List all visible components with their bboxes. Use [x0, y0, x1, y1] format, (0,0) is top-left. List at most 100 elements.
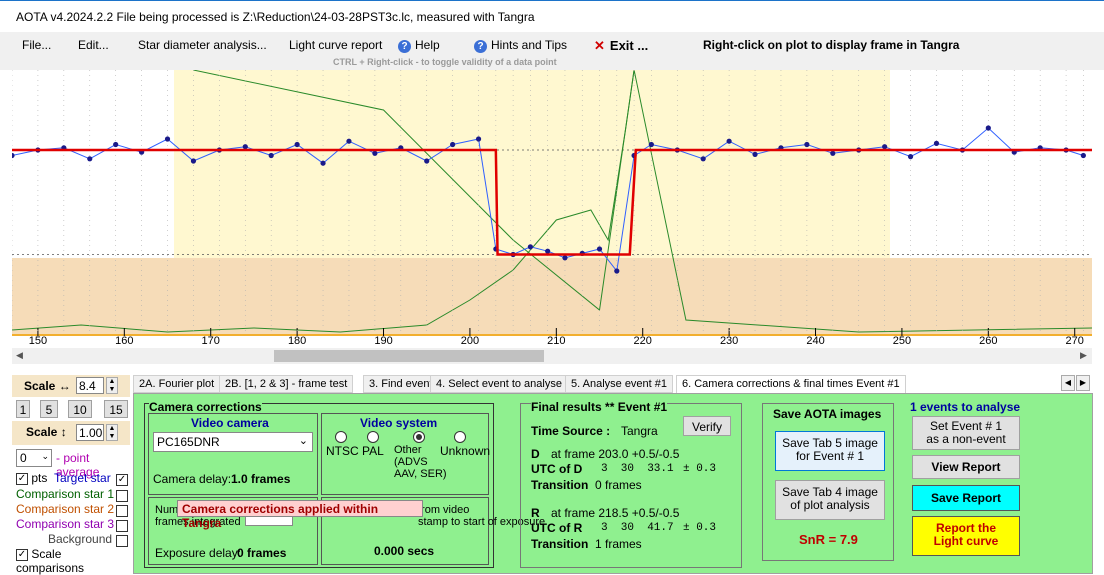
tab-scroll-left-icon[interactable]: ◀ [1061, 375, 1075, 391]
tab-select-event[interactable]: 4. Select event to analyse [430, 375, 568, 393]
menu-help[interactable]: ? Help [398, 38, 440, 53]
check-icon: ✓ [16, 548, 28, 561]
data-point [804, 141, 810, 148]
events-count: 1 events to analyse [910, 400, 1021, 414]
data-point [907, 154, 914, 160]
background-checkbox[interactable] [116, 533, 128, 547]
scale-h-input[interactable]: 8.4 [76, 377, 104, 394]
tab-strip: 2A. Fourier plot 2B. [1, 2 & 3] - frame … [133, 375, 1093, 395]
scale-h-spinner[interactable]: ▲ ▼ [106, 377, 118, 394]
x-tick-label: 160 [115, 335, 133, 347]
tab-frame-test[interactable]: 2B. [1, 2 & 3] - frame test [219, 375, 354, 393]
scale-10-button[interactable]: 10 [68, 400, 92, 418]
menu-star-diameter[interactable]: Star diameter analysis... [138, 38, 267, 52]
help-icon: ? [398, 40, 411, 53]
plot-horizontal-scrollbar[interactable]: ◀ ▶ [12, 348, 1092, 364]
comp3-label: Comparison star 3 [16, 517, 115, 531]
video-system-group: Video system NTSC PAL Other (ADVS AAV, S… [321, 413, 490, 495]
x-tick-label: 210 [547, 335, 565, 347]
view-report-button[interactable]: View Report [912, 455, 1020, 479]
close-icon: ✕ [594, 38, 605, 53]
camera-select-value: PC165DNR [157, 435, 220, 449]
scale-5-button[interactable]: 5 [40, 400, 58, 418]
comp3-checkbox[interactable] [116, 518, 128, 532]
data-point [614, 268, 620, 274]
x-tick-label: 230 [720, 335, 738, 347]
offset-secs-value: 0.000 secs [374, 544, 435, 558]
data-point [830, 150, 836, 156]
pts-checkbox[interactable]: ✓ pts [16, 471, 47, 485]
save-tab4-button[interactable]: Save Tab 4 image of plot analysis [775, 480, 885, 520]
light-curve-chart[interactable]: 150 160 170 180 190 200 210 220 230 240 250 260 270 [9, 69, 1093, 348]
tab-scroll-right-icon[interactable]: ▶ [1076, 375, 1090, 391]
scale-v-input[interactable]: 1.00 [76, 424, 104, 441]
scale-1-button[interactable]: 1 [16, 400, 30, 418]
target-star-label: Target star [54, 471, 111, 485]
data-point [882, 144, 888, 150]
data-point [424, 158, 430, 164]
window-title: AOTA v4.2024.2.2 File being processed is… [16, 10, 535, 24]
comp2-checkbox[interactable] [116, 503, 128, 517]
x-tick-label: 270 [1066, 335, 1084, 347]
left-controls: Scale ↔ 8.4 ▲ ▼ 1 5 10 15 Scale ↕ 1.00 ▲ ▼… [12, 375, 130, 575]
save-report-button[interactable]: Save Report [912, 485, 1020, 511]
other-radio[interactable] [413, 431, 425, 443]
data-point [700, 156, 706, 162]
data-point [726, 138, 732, 144]
final-results-title: Final results ** Event #1 [531, 400, 668, 414]
ctrl-hint: CTRL + Right-click - to toggle validity … [333, 57, 557, 67]
comp1-checkbox[interactable] [116, 488, 128, 502]
utc-r-error: ± 0.3 [683, 522, 717, 534]
utc-d-value: 3 30 33.1 [601, 463, 674, 475]
vertical-scale-row: Scale ↕ 1.00 ▲ ▼ [12, 421, 130, 445]
set-non-event-button[interactable]: Set Event # 1 as a non-event [912, 416, 1020, 450]
light-curve-plot[interactable]: 150 160 170 180 190 200 210 220 230 240 250 260 270 [9, 69, 1093, 348]
scale-h-label: Scale ↔ [24, 379, 71, 393]
tab-fourier[interactable]: 2A. Fourier plot [133, 375, 221, 393]
target-star-checkbox[interactable]: ✓ [116, 472, 128, 486]
video-system-title: Video system [360, 416, 438, 430]
tab-analyse-event[interactable]: 5. Analyse event #1 [565, 375, 674, 393]
scale-v-label: Scale ↕ [26, 425, 67, 439]
menu-exit[interactable]: ✕ Exit ... [594, 38, 648, 54]
right-click-hint: Right-click on plot to display frame in … [703, 38, 960, 52]
star-selection: 0 ⌄ - point average ✓ pts Target star ✓ C… [12, 445, 130, 575]
pal-radio[interactable] [367, 431, 379, 443]
data-point [562, 255, 568, 261]
verify-button[interactable]: Verify [683, 416, 731, 436]
background-label: Background [48, 532, 113, 546]
ntsc-radio[interactable] [335, 431, 347, 443]
scroll-thumb[interactable] [274, 350, 544, 362]
menu-file[interactable]: File... [22, 38, 51, 52]
utc-r-value: 3 30 41.7 [601, 522, 674, 534]
point-average-select[interactable]: 0 ⌄ [16, 449, 52, 467]
report-light-curve-button[interactable]: Report the Light curve [912, 516, 1020, 556]
pal-label: PAL [362, 444, 384, 458]
scale-15-button[interactable]: 15 [104, 400, 128, 418]
x-tick-label: 190 [374, 335, 392, 347]
menu-help-label: Help [415, 38, 440, 52]
unknown-radio[interactable] [454, 431, 466, 443]
x-tick-label: 180 [288, 335, 306, 347]
camera-corrections-panel: Camera corrections Video camera PC165DNR… [133, 393, 1093, 574]
x-tick-label: 250 [893, 335, 911, 347]
menu-light-curve-report[interactable]: Light curve report [289, 38, 382, 52]
data-point [87, 156, 93, 162]
camera-select[interactable]: PC165DNR ⌄ [153, 432, 313, 452]
scroll-right-icon[interactable]: ▶ [1080, 350, 1087, 361]
scroll-left-icon[interactable]: ◀ [16, 350, 23, 361]
tab-camera-corrections[interactable]: 6. Camera corrections & final times Even… [676, 375, 906, 395]
menu-hints[interactable]: ? Hints and Tips [474, 38, 567, 53]
event-region [12, 258, 1092, 336]
utc-d-error: ± 0.3 [683, 463, 717, 475]
video-camera-title: Video camera [191, 416, 269, 430]
x-tick-label: 150 [29, 335, 47, 347]
utc-r-label: UTC of R [531, 521, 583, 535]
ntsc-label: NTSC [326, 444, 359, 458]
r-transition-value: 1 frames [595, 537, 642, 551]
scale-v-spinner[interactable]: ▲ ▼ [106, 424, 118, 441]
menu-edit[interactable]: Edit... [78, 38, 109, 52]
save-tab5-button[interactable]: Save Tab 5 image for Event # 1 [775, 431, 885, 471]
data-point [1080, 152, 1086, 159]
scale-comparisons-checkbox[interactable]: ✓ Scale comparisons [16, 547, 130, 575]
